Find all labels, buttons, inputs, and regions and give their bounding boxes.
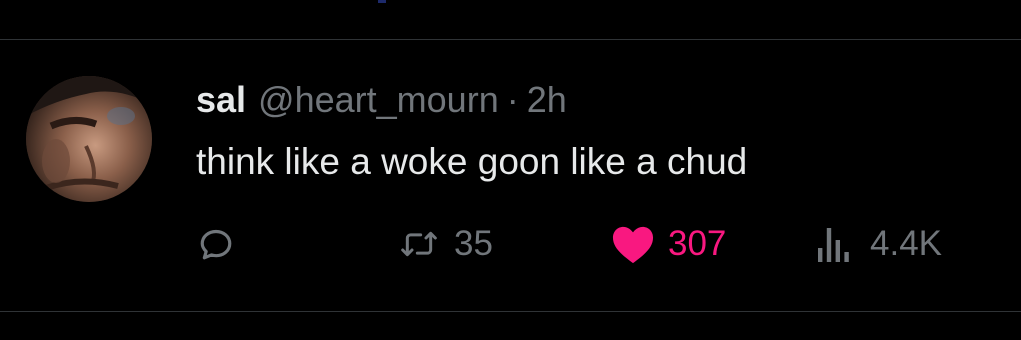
tweet[interactable]: sal @heart_mourn · 2h think like a woke … xyxy=(0,40,1021,311)
heart-icon xyxy=(610,223,656,265)
like-button[interactable]: 307 xyxy=(610,224,726,264)
bottom-divider xyxy=(0,311,1021,312)
views-button[interactable]: 4.4K xyxy=(816,224,942,264)
separator-dot: · xyxy=(506,79,519,120)
avatar-image xyxy=(26,76,152,202)
avatar[interactable] xyxy=(26,76,152,202)
views-count: 4.4K xyxy=(870,224,942,263)
retweet-button[interactable]: 35 xyxy=(398,224,493,264)
like-count: 307 xyxy=(668,224,727,263)
top-accent-mark xyxy=(378,0,386,3)
tweet-text: think like a woke goon like a chud xyxy=(196,141,748,182)
display-name[interactable]: sal xyxy=(196,80,246,120)
retweet-count: 35 xyxy=(454,224,493,263)
views-icon xyxy=(816,224,852,264)
timestamp[interactable]: 2h xyxy=(527,80,567,120)
tweet-header: sal @heart_mourn · 2h xyxy=(196,80,567,120)
user-handle[interactable]: @heart_mourn xyxy=(258,80,499,120)
reply-icon xyxy=(196,224,236,264)
retweet-icon xyxy=(398,224,440,264)
reply-button[interactable] xyxy=(196,224,236,264)
